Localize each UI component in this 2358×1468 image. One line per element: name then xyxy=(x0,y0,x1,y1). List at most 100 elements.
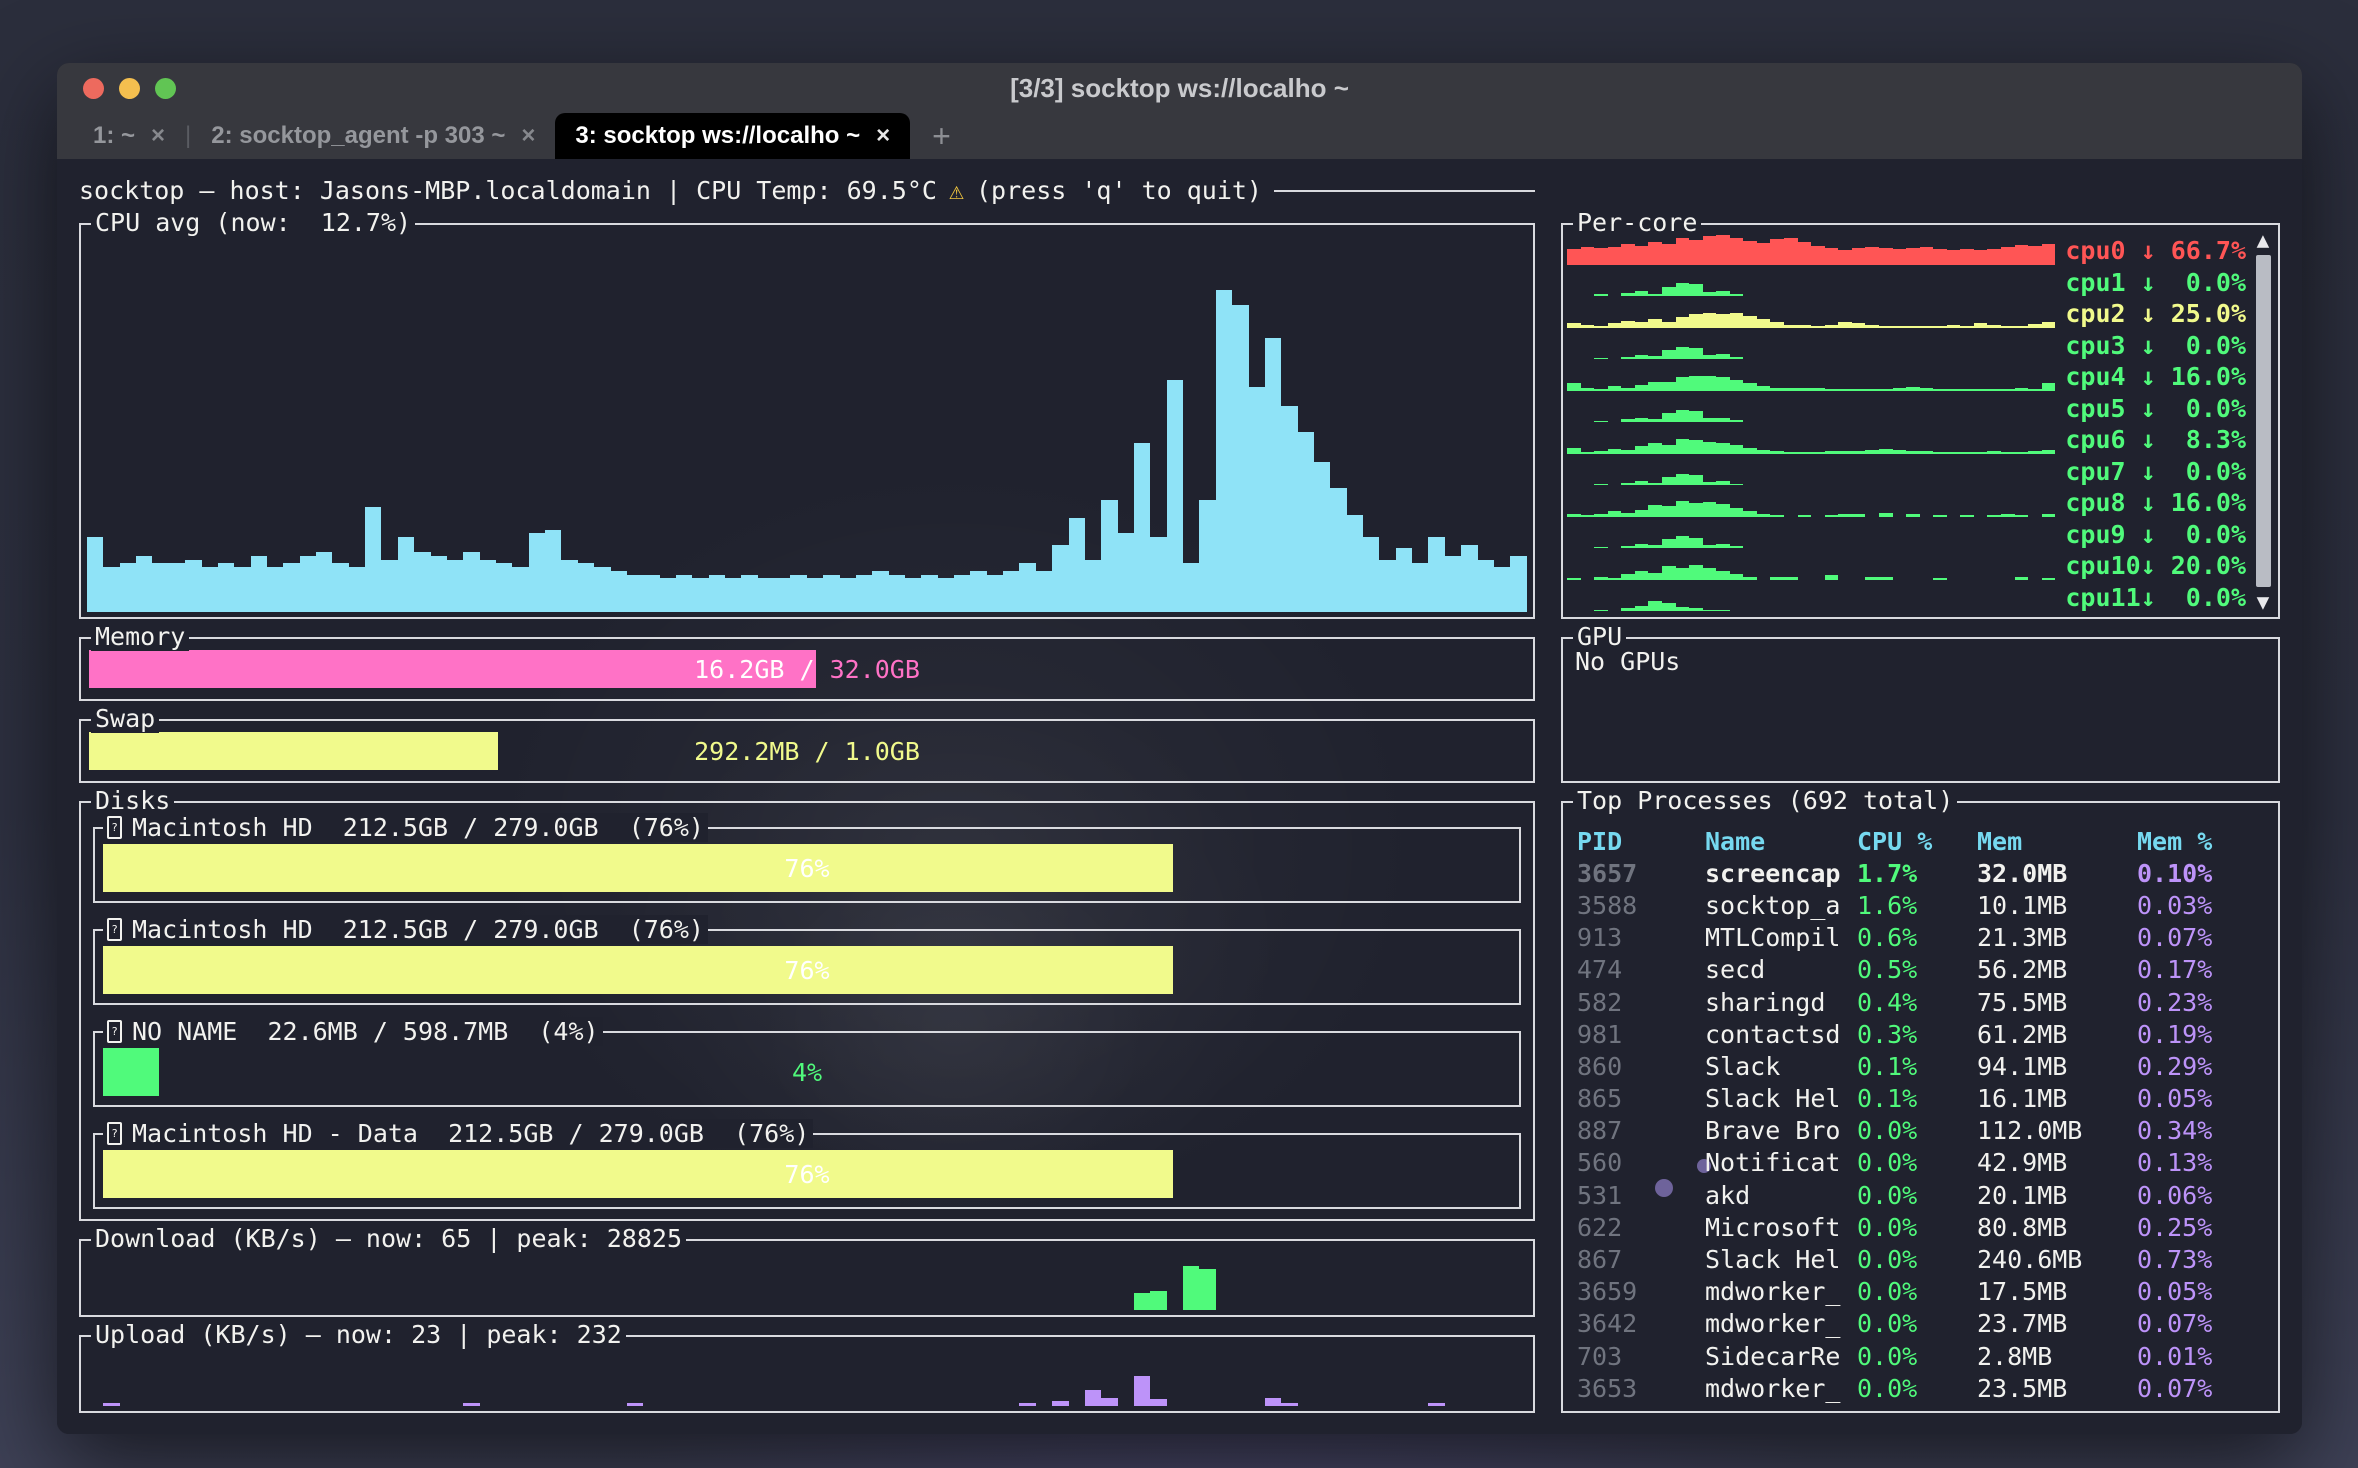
window-title: [3/3] socktop ws://localho ~ xyxy=(57,73,2302,104)
chart-bar xyxy=(1621,608,1635,611)
chart-bar xyxy=(1676,377,1690,391)
chart-bar xyxy=(463,552,479,612)
chart-bar xyxy=(1216,290,1232,613)
scroll-down-icon[interactable]: ▼ xyxy=(2257,591,2270,613)
close-window-button[interactable] xyxy=(83,78,104,99)
cpu-avg-title: CPU avg (now: 12.7%) xyxy=(91,208,415,237)
chart-bar xyxy=(692,578,708,612)
column-header: Mem xyxy=(1977,827,2137,856)
chart-bar xyxy=(365,507,381,612)
chart-bar xyxy=(1716,571,1730,580)
disk-item-text: Macintosh HD - Data 212.5GB / 279.0GB (7… xyxy=(132,1119,809,1148)
tab-3-close-icon[interactable]: × xyxy=(876,122,890,150)
chart-bar xyxy=(349,567,365,612)
process-cell-memp: 0.07% xyxy=(2137,923,2268,952)
cpu-sparkline xyxy=(1567,518,2055,548)
chart-bar xyxy=(1662,382,1676,390)
chart-bar xyxy=(120,563,136,612)
chart-bar xyxy=(1676,474,1690,485)
chart-bar xyxy=(1635,606,1649,611)
zoom-window-button[interactable] xyxy=(155,78,176,99)
process-cell-mem: 94.1MB xyxy=(1977,1052,2137,1081)
tab-1-close-icon[interactable]: × xyxy=(151,122,165,150)
chart-bar xyxy=(1689,314,1703,327)
chart-bar xyxy=(1662,603,1676,611)
process-cell-mem: 20.1MB xyxy=(1977,1181,2137,1210)
chart-bar xyxy=(1581,247,1595,264)
status-header: socktop — host: Jasons-MBP.localdomain |… xyxy=(79,175,1535,205)
chart-bar xyxy=(1199,1269,1215,1310)
chart-bar xyxy=(987,575,1003,613)
process-cell-memp: 0.34% xyxy=(2137,1116,2268,1145)
chart-bar xyxy=(431,556,447,612)
cpu-sparkline xyxy=(1567,392,2055,422)
tab-1[interactable]: 1: ~ × xyxy=(73,113,185,159)
disk-icon: ? xyxy=(107,1020,122,1043)
chart-bar xyxy=(1662,539,1676,548)
process-cell-cpu: 0.1% xyxy=(1857,1052,1977,1081)
per-core-row: cpu9 ↓ 0.0% xyxy=(1567,517,2246,549)
chart-bar xyxy=(1987,249,2001,264)
chart-bar xyxy=(1676,410,1690,422)
gpu-panel: GPU No GPUs xyxy=(1561,637,2280,783)
chart-bar xyxy=(1676,238,1690,264)
terminal-content: socktop — host: Jasons-MBP.localdomain |… xyxy=(57,159,2302,1434)
chart-bar xyxy=(1757,243,1771,264)
cpu-sparkline xyxy=(1567,298,2055,328)
chart-bar xyxy=(1947,250,1961,265)
scroll-up-icon[interactable]: ▲ xyxy=(2257,229,2270,251)
chart-bar xyxy=(1648,443,1662,453)
process-cell-memp: 0.05% xyxy=(2137,1277,2268,1306)
gpu-title: GPU xyxy=(1573,622,1626,651)
column-header: CPU % xyxy=(1857,827,1977,856)
chart-bar xyxy=(1567,249,1581,264)
tab-2-close-icon[interactable]: × xyxy=(521,122,535,150)
process-cell-pid: 981 xyxy=(1577,1020,1705,1049)
cpu-avg-chart xyxy=(87,237,1527,612)
process-cell-cpu: 0.3% xyxy=(1857,1020,1977,1049)
process-cell-cpu: 0.0% xyxy=(1857,1277,1977,1306)
chart-bar xyxy=(1743,383,1757,391)
process-cell-cpu: 0.0% xyxy=(1857,1181,1977,1210)
window-titlebar[interactable]: [3/3] socktop ws://localho ~ xyxy=(57,63,2302,113)
tab-3-active[interactable]: 3: socktop ws://localho ~ × xyxy=(555,113,910,159)
per-core-row: cpu4 ↓ 16.0% xyxy=(1567,359,2246,391)
cpu-label: cpu3 ↓ 0.0% xyxy=(2065,333,2246,359)
chart-bar xyxy=(103,567,119,612)
chart-bar xyxy=(1838,250,1852,265)
chart-bar xyxy=(1265,338,1281,612)
cpu-label: cpu10↓ 20.0% xyxy=(2065,553,2246,579)
chart-bar xyxy=(1716,314,1730,327)
chart-bar xyxy=(1798,242,1812,264)
chart-bar xyxy=(251,556,267,612)
new-tab-button[interactable]: + xyxy=(910,118,973,155)
disk-item-panel: ?NO NAME 22.6MB / 598.7MB (4%)4%4% xyxy=(93,1031,1521,1107)
per-core-scrollbar[interactable]: ▲ ▼ xyxy=(2253,229,2273,613)
chart-bar xyxy=(1960,249,1974,264)
chart-bar xyxy=(1608,247,1622,265)
chart-bar xyxy=(103,1403,119,1406)
per-core-rows: cpu0 ↓ 66.7%cpu1 ↓ 0.0%cpu2 ↓ 25.0%cpu3 … xyxy=(1567,233,2246,611)
chart-bar xyxy=(1662,350,1676,359)
tab-2[interactable]: 2: socktop_agent -p 303 ~ × xyxy=(191,113,555,159)
process-cell-mem: 61.2MB xyxy=(1977,1020,2137,1049)
top-processes-panel: Top Processes (692 total) PIDNameCPU %Me… xyxy=(1561,801,2280,1413)
memory-title: Memory xyxy=(91,622,189,651)
disk-item-title: ?Macintosh HD - Data 212.5GB / 279.0GB (… xyxy=(103,1119,813,1148)
process-cell-mem: 42.9MB xyxy=(1977,1148,2137,1177)
warning-icon: ⚠ xyxy=(949,176,964,205)
download-chart xyxy=(87,1253,1527,1310)
chart-bar xyxy=(938,578,954,612)
chart-bar xyxy=(709,575,725,613)
cpu-sparkline xyxy=(1567,424,2055,454)
scrollbar-thumb[interactable] xyxy=(2256,255,2271,587)
disks-title: Disks xyxy=(91,786,174,815)
process-cell-name: contactsd xyxy=(1705,1020,1857,1049)
process-cell-cpu: 0.0% xyxy=(1857,1374,1977,1403)
chart-bar xyxy=(1879,248,1893,264)
minimize-window-button[interactable] xyxy=(119,78,140,99)
process-cell-pid: 887 xyxy=(1577,1116,1705,1145)
cpu-sparkline xyxy=(1567,266,2055,296)
chart-bar xyxy=(1265,1398,1281,1406)
upload-chart xyxy=(87,1349,1527,1406)
